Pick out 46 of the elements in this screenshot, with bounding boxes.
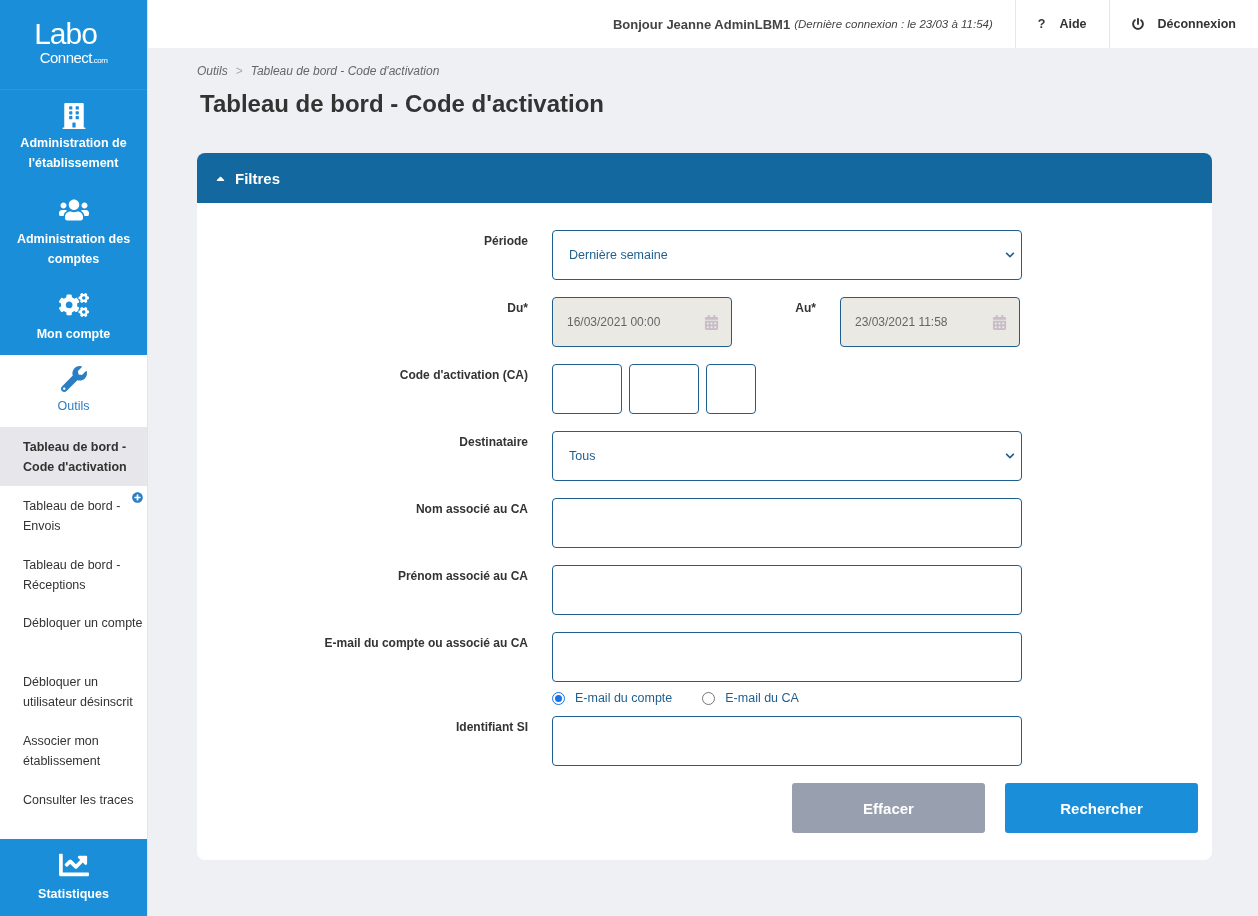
- radio-option[interactable]: E-mail du CA: [702, 691, 799, 705]
- search-button[interactable]: Rechercher: [1005, 783, 1198, 833]
- submenu-item[interactable]: Tableau de bord - Code d'activation: [0, 426, 147, 486]
- field-label: Prénom associé au CA: [396, 568, 529, 583]
- field-label: Au*: [794, 300, 817, 315]
- code-field[interactable]: [552, 364, 622, 414]
- logout-link[interactable]: Déconnexion: [1108, 0, 1258, 48]
- power-icon: [1131, 18, 1144, 30]
- select-field[interactable]: Tous: [552, 431, 1022, 481]
- nav-item[interactable]: Administration de l'établissement: [0, 89, 147, 186]
- date-field[interactable]: 23/03/2021 11:58: [840, 297, 1020, 347]
- input-field[interactable]: [552, 565, 1022, 615]
- code-field[interactable]: [706, 364, 756, 414]
- field-label: Destinataire: [458, 434, 529, 449]
- input-field[interactable]: [552, 498, 1022, 548]
- chevron-down-icon: [1005, 451, 1015, 461]
- nav-item[interactable]: Mon compte: [0, 278, 147, 355]
- calendar-icon: [704, 314, 719, 330]
- field-label: E-mail du compte ou associé au CA: [323, 635, 529, 650]
- field-label: Période: [483, 233, 529, 248]
- radio-option[interactable]: E-mail du compte: [552, 691, 673, 705]
- field-label: Nom associé au CA: [414, 501, 529, 516]
- filters-header[interactable]: Filtres: [197, 153, 1212, 203]
- logo[interactable]: Labo Connect.com: [0, 0, 147, 90]
- date-field[interactable]: 16/03/2021 00:00: [552, 297, 732, 347]
- nav-item[interactable]: Statistiques: [0, 838, 147, 916]
- building-icon: [60, 102, 87, 129]
- last-login-text: (Dernière connexion : le 23/03 à 11:54): [794, 18, 993, 30]
- plus-icon[interactable]: [132, 491, 143, 503]
- chevron-down-icon: [1005, 250, 1015, 260]
- nav-item[interactable]: Administration des comptes: [0, 185, 147, 279]
- select-field[interactable]: Dernière semaine: [552, 230, 1022, 280]
- breadcrumb-item: Tableau de bord - Code d'activation: [250, 64, 440, 78]
- breadcrumb-item[interactable]: Outils: [197, 64, 228, 78]
- page-title: Tableau de bord - Code d'activation: [200, 90, 605, 118]
- field-label: Identifiant SI: [455, 719, 529, 734]
- code-field[interactable]: [629, 364, 699, 414]
- calendar-icon: [992, 314, 1007, 330]
- greeting-text: Bonjour Jeanne AdminLBM1: [612, 16, 791, 32]
- input-field[interactable]: [552, 716, 1022, 766]
- wrench-icon: [60, 365, 87, 392]
- help-link[interactable]: ? Aide: [1014, 0, 1109, 48]
- input-field[interactable]: [552, 632, 1022, 682]
- field-label: Code d'activation (CA): [398, 367, 529, 382]
- field-label: Du*: [506, 300, 529, 315]
- breadcrumb-separator: >: [235, 64, 243, 78]
